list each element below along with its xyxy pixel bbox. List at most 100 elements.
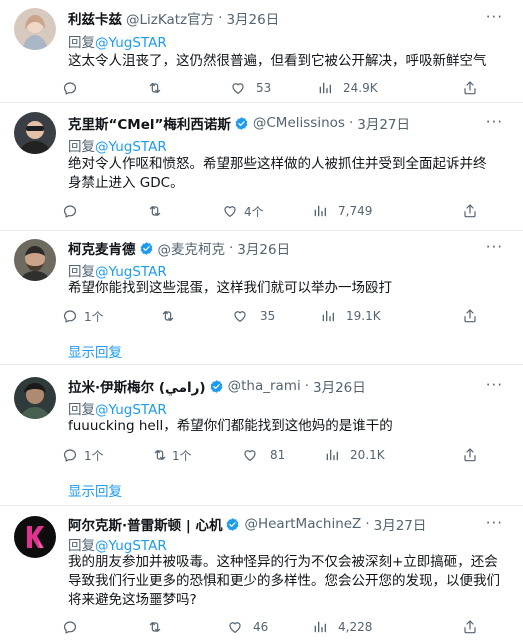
display-name[interactable]: 柯克麦肯德	[68, 238, 136, 258]
tweet-date[interactable]: 3月27日	[357, 113, 410, 133]
retweet-count: 1个	[172, 448, 192, 463]
share-button[interactable]	[462, 617, 478, 637]
reply-mention-link[interactable]: @YugSTAR	[95, 35, 167, 51]
share-icon	[462, 619, 478, 635]
tweet-date[interactable]: 3月26日	[237, 238, 290, 258]
display-name[interactable]: 阿尔克斯·普雷斯顿 | 心机	[68, 514, 222, 534]
reply-mention-link[interactable]: @YugSTAR	[95, 264, 167, 280]
verified-badge-icon	[225, 517, 240, 532]
like-count: 4个	[244, 204, 264, 219]
reply-button[interactable]: 1个	[62, 445, 104, 465]
tweet-date[interactable]: 3月26日	[313, 376, 366, 396]
like-button[interactable]: 35	[232, 306, 275, 326]
user-handle[interactable]: @麦克柯克	[158, 238, 226, 258]
view-count: 19.1K	[346, 309, 381, 323]
separator-dot: ·	[348, 115, 354, 131]
reply-button[interactable]	[62, 201, 88, 221]
more-icon[interactable]: ···	[486, 113, 503, 131]
retweet-button[interactable]	[147, 201, 173, 221]
action-bar: 1个 35 19.1K	[62, 306, 512, 326]
like-button[interactable]: 53	[230, 78, 271, 98]
reply-button[interactable]	[62, 617, 88, 637]
like-button[interactable]: 81	[242, 445, 285, 465]
action-bar: 1个 1个 81 20.1K	[62, 445, 512, 465]
view-count: 24.9K	[343, 81, 378, 95]
separator-dot: ·	[304, 378, 309, 394]
views-button[interactable]: 4,228	[312, 617, 372, 637]
reply-button[interactable]: 1个	[62, 306, 104, 326]
avatar[interactable]	[14, 112, 56, 154]
share-button[interactable]	[462, 306, 478, 326]
like-count: 53	[256, 81, 272, 95]
tweet-text: 希望你能找到这些混蛋，这样我们就可以举办一场殴打	[68, 280, 392, 296]
tweet-tharami[interactable]: 拉米·伊斯梅尔 (رامي) @tha_rami · 3月26日 ··· 回复@…	[0, 365, 523, 505]
avatar[interactable]	[14, 239, 56, 281]
show-replies-link[interactable]: 显示回复	[68, 341, 122, 361]
reply-prefix: 回复	[68, 139, 95, 155]
tweet-date[interactable]: 3月27日	[374, 514, 427, 534]
views-button[interactable]: 20.1K	[324, 445, 385, 465]
more-icon[interactable]: ···	[486, 238, 503, 256]
views-button[interactable]: 19.1K	[320, 306, 381, 326]
reply-prefix: 回复	[68, 264, 95, 280]
more-icon[interactable]: ···	[486, 376, 503, 394]
reply-mention-link[interactable]: @YugSTAR	[95, 402, 167, 418]
like-icon	[230, 80, 246, 96]
retweet-button[interactable]: 1个	[152, 445, 192, 465]
reply-mention-link[interactable]: @YugSTAR	[95, 538, 167, 554]
tweet-heartmachine[interactable]: 阿尔克斯·普雷斯顿 | 心机 @HeartMachineZ · 3月27日 ··…	[0, 506, 523, 640]
reply-to-line: 回复@YugSTAR	[68, 260, 167, 280]
reply-mention-link[interactable]: @YugSTAR	[95, 139, 167, 155]
reply-icon	[62, 80, 78, 96]
tweet-mcquirk[interactable]: 柯克麦肯德 @麦克柯克 · 3月26日 ··· 回复@YugSTAR 希望你能找…	[0, 231, 523, 361]
separator-dot: ·	[218, 10, 223, 26]
like-button[interactable]: 4个	[222, 201, 264, 221]
views-icon	[324, 447, 340, 463]
avatar[interactable]	[14, 8, 56, 50]
more-icon[interactable]: ···	[486, 8, 503, 26]
view-count: 4,228	[338, 620, 373, 634]
avatar[interactable]	[14, 377, 56, 419]
avatar[interactable]	[14, 516, 56, 558]
tweet-text: 我的朋友参加并被吸毒。这种怪异的行为不仅会被深刻+立即搞砸，还会导致我们行业更多…	[68, 554, 500, 608]
views-icon	[317, 80, 333, 96]
tweet-lizkatz[interactable]: 利兹卡兹 @LizKatz官方 · 3月26日 ··· 回复@YugSTAR 这…	[0, 0, 523, 102]
user-handle[interactable]: @CMelissinos	[253, 115, 345, 131]
retweet-button[interactable]	[147, 78, 173, 98]
views-button[interactable]: 7,749	[312, 201, 372, 221]
share-button[interactable]	[462, 201, 478, 221]
show-replies-link[interactable]: 显示回复	[68, 480, 122, 500]
tweet-date[interactable]: 3月26日	[226, 8, 279, 28]
retweet-icon	[147, 619, 163, 635]
like-icon	[242, 447, 258, 463]
user-handle[interactable]: @HeartMachineZ	[244, 516, 361, 532]
like-count: 81	[270, 448, 286, 462]
retweet-button[interactable]	[147, 617, 173, 637]
reply-icon	[62, 447, 78, 463]
display-name[interactable]: 克里斯“CMel”梅利西诺斯	[68, 113, 231, 133]
share-icon	[462, 203, 478, 219]
retweet-button[interactable]	[160, 306, 186, 326]
retweet-icon	[147, 203, 163, 219]
reply-prefix: 回复	[68, 538, 95, 554]
separator-dot: ·	[365, 516, 370, 532]
more-icon[interactable]: ···	[486, 514, 503, 532]
views-icon	[320, 308, 336, 324]
share-icon	[462, 308, 478, 324]
tweet-cmelissinos[interactable]: 克里斯“CMel”梅利西诺斯 @CMelissinos · 3月27日 ··· …	[0, 103, 523, 230]
views-button[interactable]: 24.9K	[317, 78, 378, 98]
share-icon	[462, 80, 478, 96]
reply-to-line: 回复@YugSTAR	[68, 398, 167, 418]
user-handle[interactable]: @tha_rami	[228, 378, 301, 394]
display-name[interactable]: 利兹卡兹	[68, 8, 122, 28]
share-button[interactable]	[462, 445, 478, 465]
action-bar: 53 24.9K	[62, 78, 512, 98]
tweet-text: fuuucking hell，希望你们都能找到这他妈的是谁干的	[68, 418, 393, 434]
view-count: 20.1K	[350, 448, 385, 462]
reply-button[interactable]	[62, 78, 88, 98]
share-button[interactable]	[462, 78, 478, 98]
user-handle[interactable]: @LizKatz官方	[126, 8, 214, 28]
like-icon	[227, 619, 243, 635]
like-button[interactable]: 46	[227, 617, 268, 637]
display-name[interactable]: 拉米·伊斯梅尔 (رامي)	[68, 376, 206, 396]
